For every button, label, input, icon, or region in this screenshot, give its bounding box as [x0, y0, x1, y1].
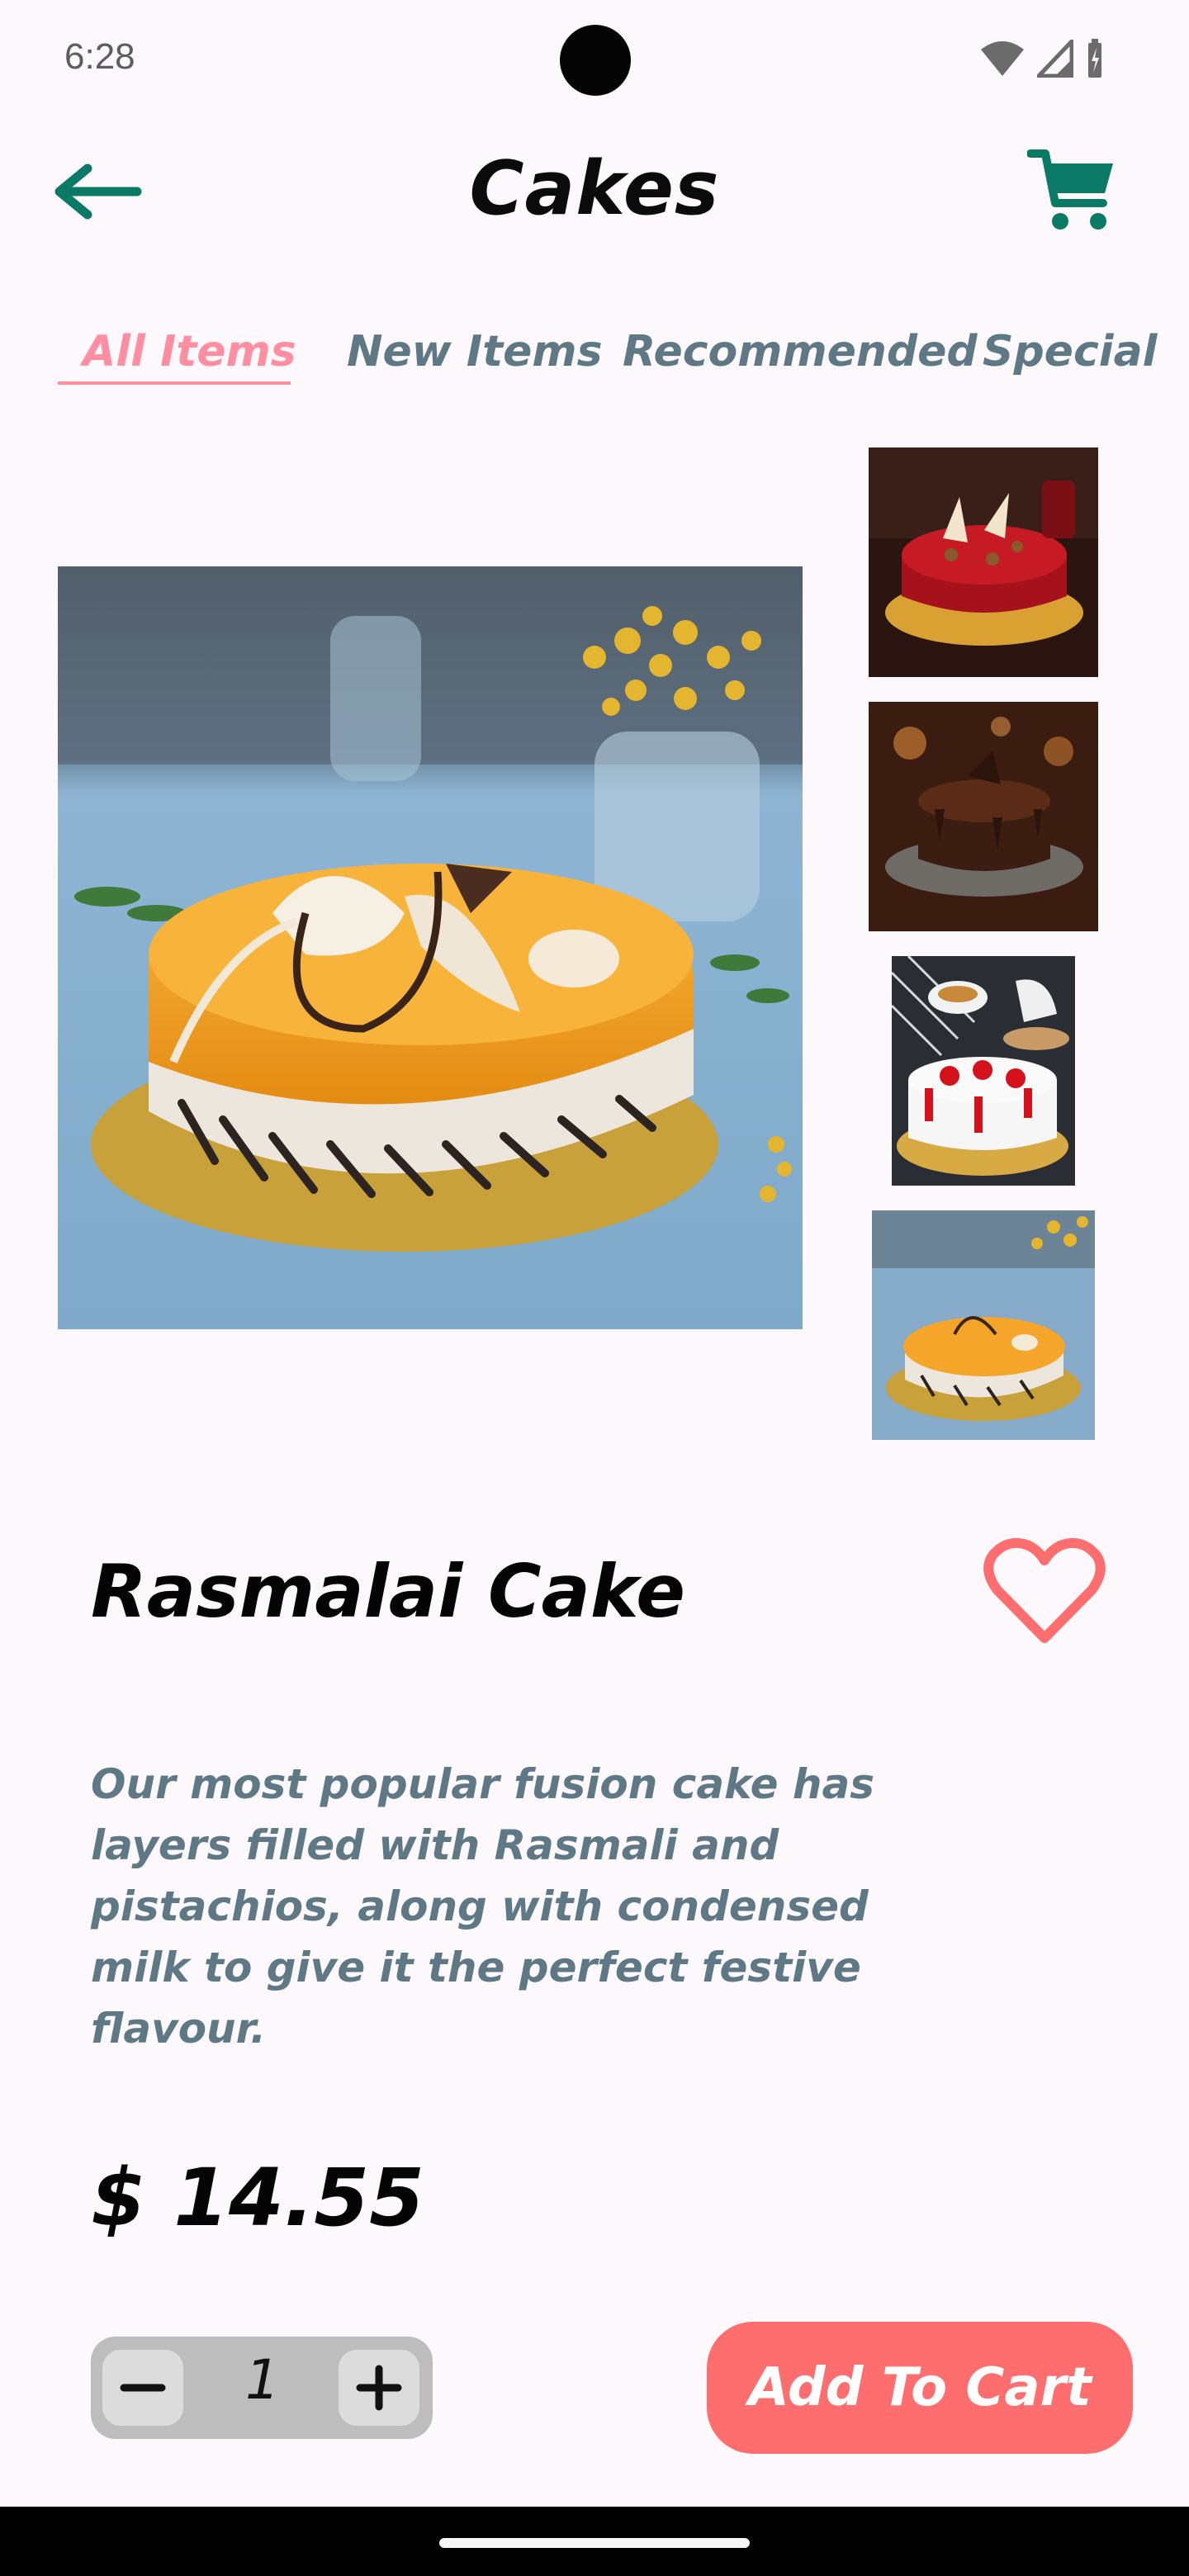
increase-quantity-button[interactable] — [339, 2350, 419, 2426]
thumbnail-rasmalai-cake[interactable] — [872, 1210, 1095, 1440]
product-price: $ 14.55 — [91, 2152, 424, 2244]
quantity-value: 1 — [245, 2348, 280, 2412]
favorite-button[interactable] — [983, 1532, 1106, 1648]
status-icons — [979, 36, 1105, 81]
wifi-icon — [981, 41, 1024, 76]
tab-special[interactable]: Special — [983, 327, 1158, 376]
cellular-signal-icon — [1037, 40, 1073, 78]
product-description: Our most popular fusion cake has layers … — [91, 1760, 875, 2053]
minus-icon — [120, 2384, 166, 2392]
page-title: Cakes — [469, 145, 720, 232]
thumbnail-strawberry-cake[interactable] — [892, 956, 1075, 1186]
add-to-cart-button[interactable]: Add To Cart — [707, 2322, 1133, 2454]
camera-cutout — [560, 25, 631, 96]
shopping-cart-icon — [1026, 149, 1113, 230]
tab-recommended[interactable]: Recommended — [623, 327, 978, 376]
heart-outline-icon — [983, 1538, 1106, 1643]
plus-icon — [356, 2365, 402, 2411]
main-product-image — [58, 566, 803, 1329]
thumbnail-red-velvet-cake[interactable] — [869, 447, 1098, 677]
thumbnail-chocolate-cake[interactable] — [869, 702, 1098, 931]
home-indicator[interactable] — [439, 2538, 750, 2548]
product-name: Rasmalai Cake — [91, 1549, 685, 1634]
cart-button[interactable] — [1026, 147, 1118, 238]
tab-new-items[interactable]: New Items — [347, 327, 603, 376]
quantity-stepper: 1 — [91, 2337, 433, 2439]
battery-icon — [1088, 39, 1101, 78]
decrease-quantity-button[interactable] — [102, 2350, 183, 2426]
status-time: 6:28 — [64, 36, 135, 77]
tab-active-indicator — [58, 381, 291, 385]
tab-all-items[interactable]: All Items — [83, 327, 296, 376]
